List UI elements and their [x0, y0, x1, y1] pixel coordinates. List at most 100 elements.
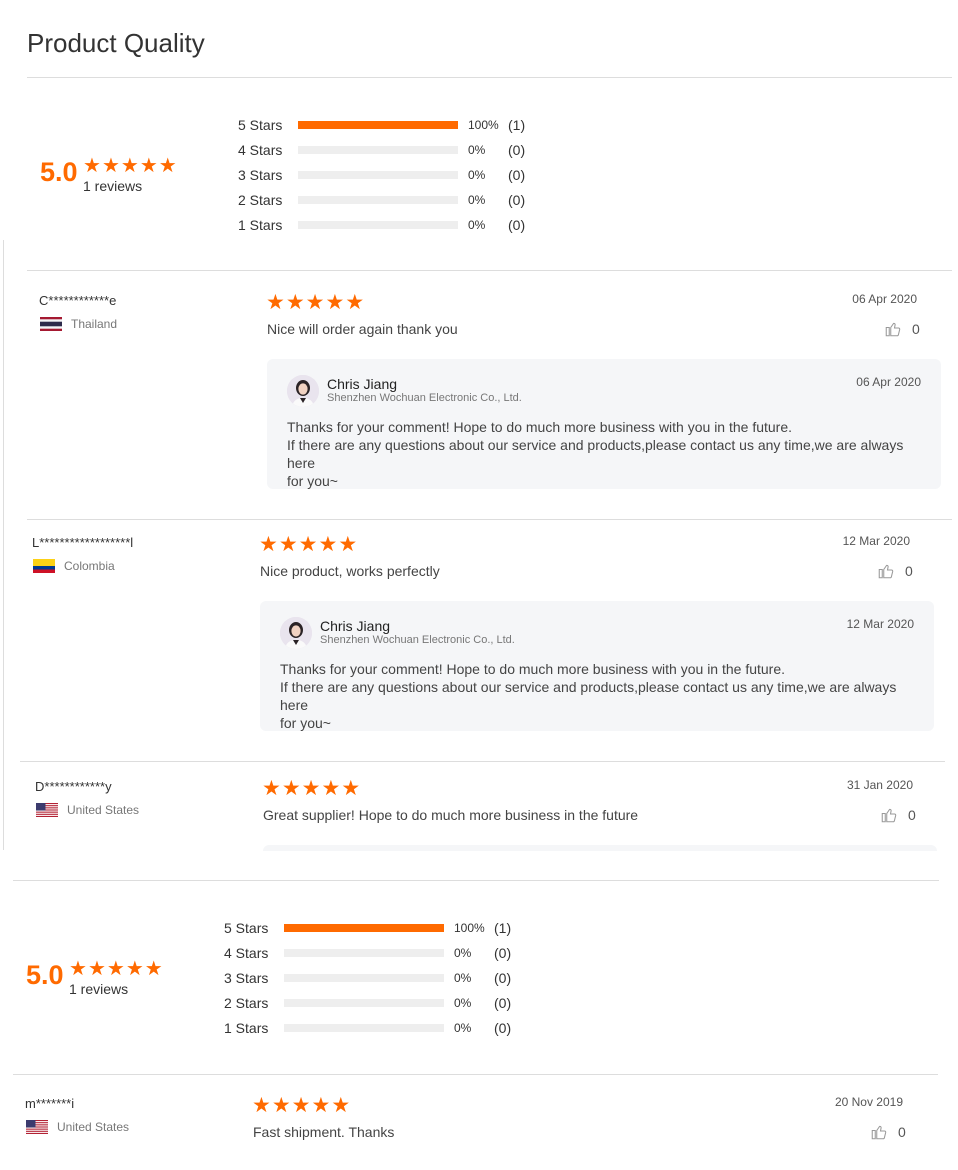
seller-reply: Chris Jiang Shenzhen Wochuan Electronic …: [260, 601, 934, 731]
distribution-count: (0): [494, 1020, 512, 1036]
star-icon: ★: [298, 533, 318, 556]
star-icon: ★: [291, 1094, 311, 1117]
distribution-row[interactable]: 3 Stars 0% (0): [224, 970, 512, 986]
distribution-label: 3 Stars: [238, 167, 283, 183]
distribution-row[interactable]: 4 Stars 0% (0): [238, 142, 526, 158]
review-date: 31 Jan 2020: [846, 778, 913, 792]
distribution-label: 3 Stars: [224, 970, 269, 986]
star-icon: ★: [262, 777, 281, 800]
thumbs-up-icon: [871, 1125, 887, 1140]
seller-name: Chris Jiang: [320, 618, 391, 634]
distribution-row[interactable]: 1 Stars 0% (0): [224, 1020, 512, 1036]
reply-text: Thanks for your comment! Hope to do much…: [287, 418, 927, 490]
distribution-percent: 0%: [454, 996, 472, 1010]
distribution-percent: 0%: [454, 946, 472, 960]
distribution-count: (0): [508, 217, 526, 233]
distribution-label: 1 Stars: [224, 1020, 269, 1036]
distribution-count: (0): [508, 142, 526, 158]
reviews-count: 1 reviews: [83, 178, 143, 194]
distribution-percent: 0%: [468, 143, 486, 157]
distribution-row[interactable]: 2 Stars 0% (0): [224, 995, 512, 1011]
divider: [13, 880, 939, 881]
distribution-label: 1 Stars: [238, 217, 283, 233]
review-text: Great supplier! Hope to do much more bus…: [263, 807, 639, 823]
usa-flag-icon: [26, 1120, 48, 1134]
distribution-bar: [284, 1024, 444, 1032]
reviewer-country: United States: [36, 803, 139, 817]
reply-date: 06 Apr 2020: [856, 375, 921, 389]
distribution-percent: 0%: [468, 218, 486, 232]
reviewer-country: United States: [26, 1120, 129, 1134]
distribution-percent: 0%: [468, 193, 486, 207]
distribution-row[interactable]: 5 Stars 100% (1): [238, 117, 525, 133]
reply-date: 12 Mar 2020: [846, 617, 914, 631]
review-date: 20 Nov 2019: [834, 1095, 903, 1109]
rating-summary: 5.0: [40, 157, 78, 188]
star-icon: ★: [311, 1094, 331, 1117]
thailand-flag-icon: [40, 317, 62, 331]
seller-avatar: [287, 375, 319, 407]
colombia-flag-icon: [33, 559, 55, 573]
star-icon: ★: [266, 291, 285, 314]
distribution-row[interactable]: 3 Stars 0% (0): [238, 167, 525, 183]
divider: [13, 1074, 938, 1075]
distribution-count: (1): [494, 920, 512, 936]
star-icon: ★: [139, 155, 158, 177]
star-icon: ★: [125, 958, 144, 980]
like-button[interactable]: 0: [870, 1123, 906, 1141]
reviewer-name: D************y: [35, 779, 112, 794]
star-icon: ★: [341, 777, 361, 800]
distribution-percent: 0%: [468, 168, 486, 182]
distribution-count: (0): [508, 192, 526, 208]
distribution-bar-fill: [284, 924, 444, 932]
thumbs-up-icon: [878, 564, 894, 579]
distribution-row[interactable]: 1 Stars 0% (0): [238, 217, 526, 233]
like-count: 0: [898, 1124, 906, 1140]
reply-line: If there are any questions about our ser…: [280, 679, 897, 713]
like-button[interactable]: 0: [884, 320, 920, 338]
star-icon: ★: [252, 1094, 271, 1117]
distribution-row[interactable]: 4 Stars 0% (0): [224, 945, 511, 961]
reviewer-name: C************e: [39, 293, 117, 308]
star-icon: ★: [87, 958, 106, 980]
distribution-percent: 100%: [454, 921, 485, 935]
star-icon: ★: [101, 155, 120, 177]
reply-line: for you~: [287, 473, 338, 489]
seller-company: Shenzhen Wochuan Electronic Co., Ltd.: [327, 392, 522, 404]
summary-stars: ★ ★ ★ ★ ★: [83, 156, 177, 176]
star-icon: ★: [325, 291, 345, 314]
reviewer-country: Thailand: [40, 317, 117, 331]
distribution-bar: [284, 974, 444, 982]
star-icon: ★: [83, 155, 101, 177]
distribution-label: 5 Stars: [238, 117, 283, 133]
distribution-bar-fill: [298, 121, 458, 129]
like-button[interactable]: 0: [877, 562, 913, 580]
distribution-bar: [298, 221, 458, 229]
country-name: Colombia: [64, 559, 115, 573]
usa-flag-icon: [36, 803, 58, 817]
divider: [27, 519, 952, 520]
distribution-row[interactable]: 2 Stars 0% (0): [238, 192, 526, 208]
star-icon: ★: [301, 777, 321, 800]
seller-reply: Chris Jiang Shenzhen Wochuan Electronic …: [267, 359, 941, 489]
distribution-label: 2 Stars: [238, 192, 283, 208]
reviews-count: 1 reviews: [69, 981, 129, 997]
star-icon: ★: [338, 533, 358, 556]
divider: [27, 270, 952, 271]
review-text: Fast shipment. Thanks: [253, 1124, 395, 1140]
star-icon: ★: [305, 291, 325, 314]
star-icon: ★: [318, 533, 338, 556]
divider: [20, 761, 945, 762]
star-icon: ★: [278, 533, 298, 556]
distribution-count: (0): [494, 995, 512, 1011]
star-icon: ★: [321, 777, 341, 800]
distribution-count: (0): [494, 970, 512, 986]
distribution-row[interactable]: 5 Stars 100% (1): [224, 920, 512, 936]
like-button[interactable]: 0: [880, 806, 916, 824]
reply-line: for you~: [280, 715, 331, 731]
review-text: Nice will order again thank you: [267, 321, 458, 337]
country-name: United States: [57, 1120, 130, 1134]
star-icon: ★: [259, 533, 278, 556]
star-icon: ★: [106, 958, 125, 980]
thumbs-up-icon: [885, 322, 901, 337]
